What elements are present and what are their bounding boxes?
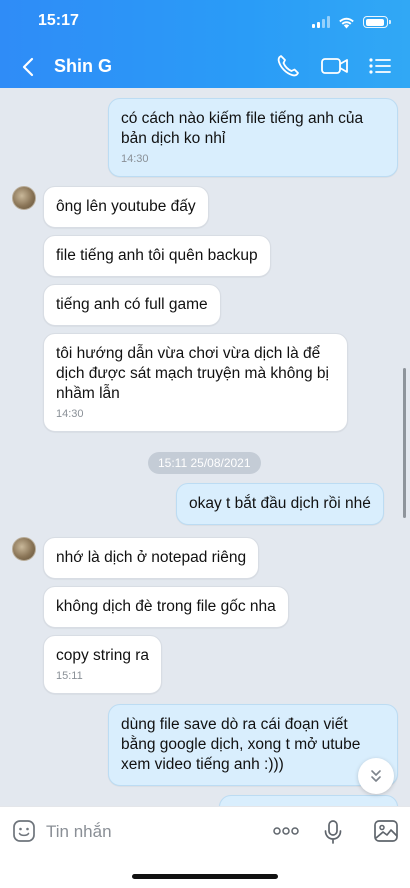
message-text: tiếng anh có full game: [56, 296, 208, 313]
status-bar: 15:17: [0, 0, 410, 44]
message-text: ông lên youtube đấy: [56, 198, 196, 215]
message-text: có cách nào kiếm file tiếng anh của bản …: [121, 110, 364, 147]
phone-icon[interactable]: [274, 53, 302, 79]
avatar[interactable]: [12, 537, 36, 561]
microphone-icon[interactable]: [322, 819, 344, 845]
image-icon[interactable]: [373, 819, 399, 843]
chevron-down-double-icon: [371, 770, 381, 782]
wifi-icon: [339, 17, 354, 28]
message-bubble-in[interactable]: tiếng anh có full game: [43, 284, 221, 326]
message-time: 14:30: [56, 408, 84, 420]
more-dots-icon[interactable]: [272, 821, 300, 841]
message-bubble-in[interactable]: tôi hướng dẫn vừa chơi vừa dịch là để dị…: [43, 333, 348, 432]
message-text: copy string ra: [56, 647, 150, 664]
message-list[interactable]: có cách nào kiếm file tiếng anh của bản …: [0, 88, 410, 806]
message-bubble-out[interactable]: có cách nào kiếm file tiếng anh của bản …: [108, 98, 398, 177]
message-bubble-in[interactable]: nhớ là dịch ở notepad riêng: [43, 537, 260, 579]
message-bubble-in[interactable]: file tiếng anh tôi quên backup: [43, 235, 271, 277]
message-bubble-in[interactable]: không dịch đè trong file gốc nha: [43, 586, 289, 628]
message-input[interactable]: [46, 819, 256, 845]
scroll-down-button[interactable]: [358, 758, 394, 794]
avatar[interactable]: [12, 186, 36, 210]
emoji-icon[interactable]: [12, 819, 36, 843]
date-separator: 15:11 25/08/2021: [148, 452, 261, 474]
video-camera-icon[interactable]: [320, 53, 350, 79]
message-bubble-in[interactable]: copy string ra 15:11: [43, 635, 163, 694]
message-time: 15:11: [56, 670, 83, 682]
list-menu-icon[interactable]: [366, 53, 394, 79]
message-bubble-out-partial[interactable]: [219, 795, 398, 806]
nav-bar: Shin G: [0, 44, 410, 88]
message-bubble-out[interactable]: dùng file save dò ra cái đoạn viết bằng …: [108, 704, 398, 786]
battery-fill: [365, 18, 384, 26]
chat-header: 15:17 Shin G: [0, 0, 410, 88]
home-indicator[interactable]: [132, 874, 278, 879]
message-time: 14:30: [121, 153, 149, 165]
message-bubble-out[interactable]: okay t bắt đầu dịch rồi nhé: [176, 483, 384, 525]
battery-icon: [363, 16, 391, 28]
status-icons: [312, 14, 391, 30]
status-time: 15:17: [38, 12, 79, 29]
message-text: file tiếng anh tôi quên backup: [56, 247, 258, 264]
message-text: dùng file save dò ra cái đoạn viết bằng …: [121, 716, 361, 773]
message-text: okay t bắt đầu dịch rồi nhé: [189, 495, 371, 512]
message-text: tôi hướng dẫn vừa chơi vừa dịch là để dị…: [56, 345, 329, 402]
chevron-left-icon[interactable]: [16, 54, 42, 80]
message-text: không dịch đè trong file gốc nha: [56, 598, 276, 615]
message-bubble-in[interactable]: ông lên youtube đấy: [43, 186, 209, 228]
signal-icon: [312, 16, 330, 28]
scrollbar[interactable]: [403, 368, 406, 518]
message-text: nhớ là dịch ở notepad riêng: [56, 549, 247, 566]
contact-name[interactable]: Shin G: [54, 56, 112, 77]
